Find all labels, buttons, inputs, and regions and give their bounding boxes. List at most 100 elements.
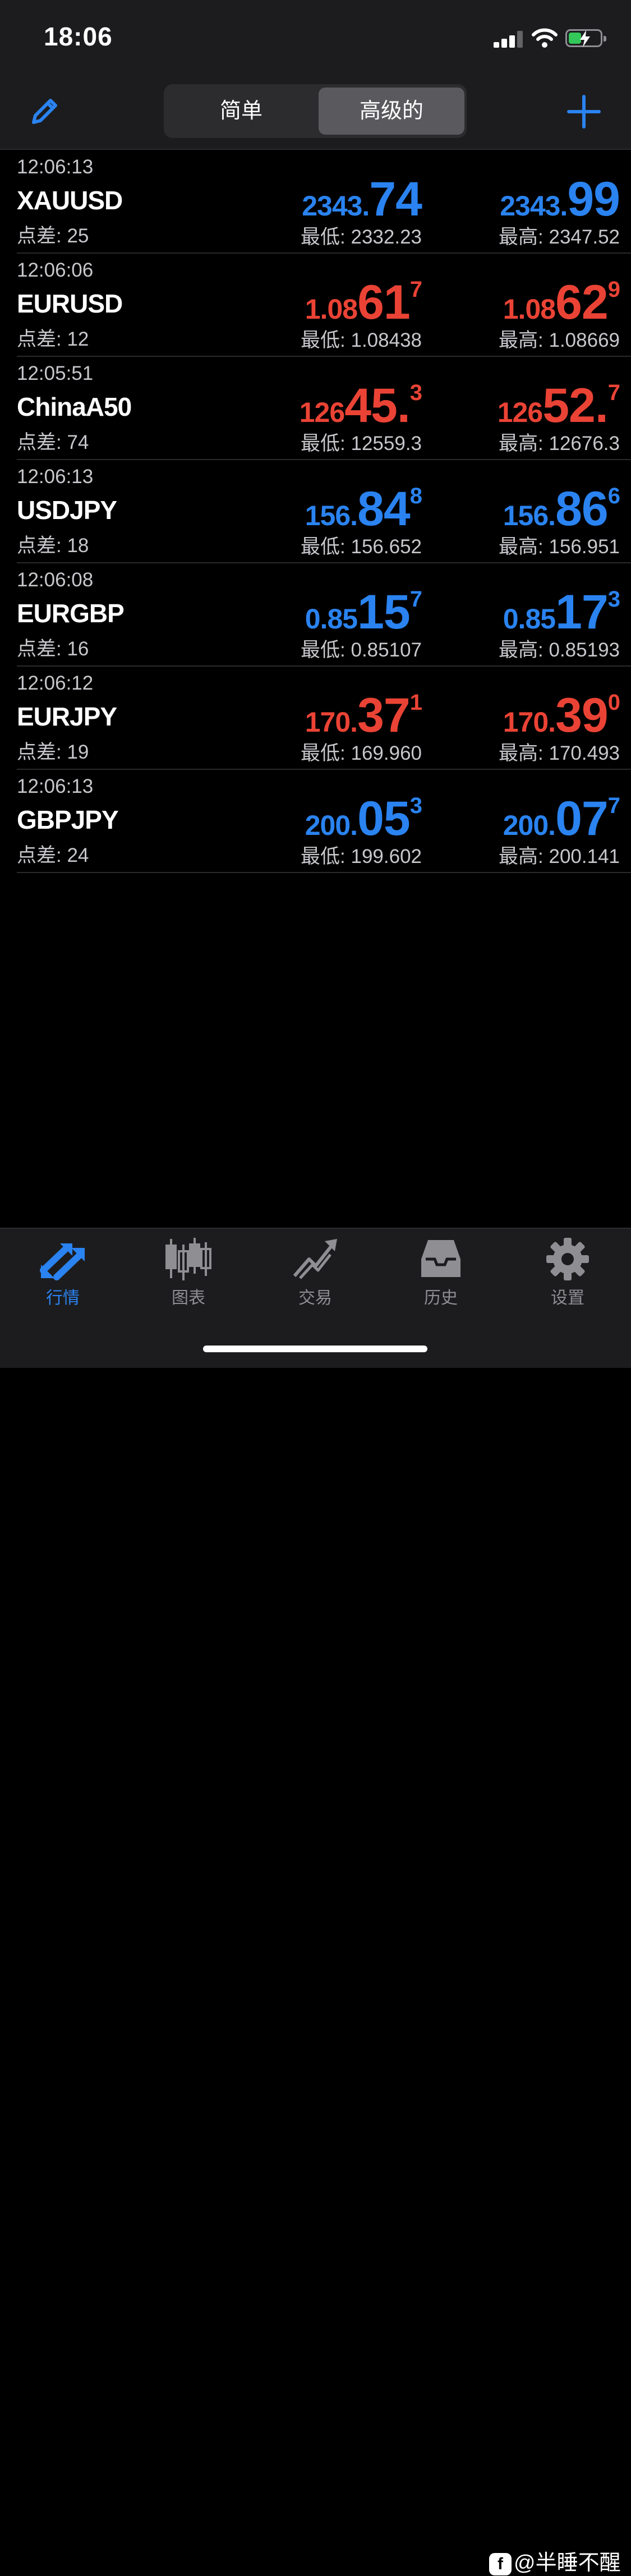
status-bar: 18:06: [0, 0, 631, 79]
bid-price-fraction: 3: [409, 380, 422, 405]
quote-row-chinaa50[interactable]: 12:05:51 ChinaA50 点差: 74 12645.3 12652.7…: [17, 357, 631, 460]
ask-price: 156.866: [503, 481, 620, 537]
low-price: 最低: 2332.23: [301, 226, 422, 248]
quote-time: 12:06:06: [17, 259, 94, 281]
bid-price-fraction: 1: [409, 690, 422, 715]
ask-price-fraction: 7: [607, 380, 620, 405]
bid-price-pips: 15: [357, 585, 411, 639]
quote-time: 12:06:13: [17, 156, 94, 178]
ask-price-fraction: 3: [607, 587, 620, 612]
quote-time: 12:06:13: [17, 466, 94, 488]
ask-price-pips: 99: [567, 172, 620, 226]
bid-price-prefix: 156.: [305, 500, 358, 531]
quote-spread: 点差: 12: [17, 328, 89, 350]
ask-price-fraction: 6: [607, 484, 620, 508]
candlestick-chart-icon: [165, 1238, 211, 1280]
ask-price: 12652.7: [498, 378, 620, 434]
quote-time: 12:05:51: [17, 362, 94, 384]
quote-row-usdjpy[interactable]: 12:06:13 USDJPY 点差: 18 156.848 156.866 最…: [17, 460, 631, 563]
home-indicator: [203, 1346, 427, 1352]
ask-price-pips: 52.: [542, 379, 609, 433]
add-symbol-icon[interactable]: [566, 94, 601, 129]
quote-row-eurjpy[interactable]: 12:06:12 EURJPY 点差: 19 170.371 170.390 最…: [17, 667, 631, 770]
ask-price: 0.85173: [503, 585, 620, 640]
wifi-icon: [532, 28, 558, 48]
ask-price-prefix: 170.: [503, 706, 556, 738]
ask-price: 2343.99: [500, 172, 620, 227]
quote-time: 12:06:08: [17, 569, 94, 591]
bid-price: 0.85157: [305, 585, 422, 640]
low-price: 最低: 156.652: [301, 536, 422, 558]
tab-charts[interactable]: 图表: [144, 1237, 233, 1308]
low-price: 最低: 1.08438: [301, 329, 422, 351]
quote-symbol: USDJPY: [17, 495, 117, 525]
quote-spread: 点差: 24: [17, 844, 89, 866]
watermark: f @半睡不醒: [489, 2545, 621, 2576]
quote-list: 12:06:13 XAUUSD 点差: 25 2343.74 2343.99 最…: [0, 150, 631, 873]
quote-spread: 点差: 19: [17, 741, 89, 763]
tab-label: 设置: [551, 1289, 584, 1307]
ask-price-prefix: 2343.: [500, 190, 568, 222]
ask-price-fraction: 0: [607, 690, 620, 715]
bid-price-pips: 45.: [344, 379, 411, 433]
bid-price-prefix: 0.85: [305, 603, 358, 635]
history-inbox-icon: [421, 1240, 460, 1277]
quote-spread: 点差: 18: [17, 535, 89, 557]
bid-price-prefix: 1.08: [305, 293, 358, 325]
high-price: 最高: 0.85193: [499, 639, 620, 661]
edit-pencil-icon[interactable]: [28, 94, 62, 128]
tab-label: 行情: [46, 1289, 80, 1307]
tab-trade[interactable]: 交易: [270, 1237, 360, 1308]
ask-price-pips: 86: [555, 482, 609, 536]
watermark-logo-icon: f: [489, 2552, 512, 2575]
low-price: 最低: 169.960: [301, 742, 422, 764]
ask-price-prefix: 0.85: [503, 603, 556, 635]
bid-price: 156.848: [305, 481, 422, 537]
tab-label: 历史: [424, 1289, 458, 1307]
gear-icon: [546, 1238, 589, 1280]
bid-price-prefix: 200.: [305, 810, 358, 841]
ask-price-prefix: 200.: [503, 810, 556, 841]
bid-price-pips: 84: [357, 482, 411, 536]
tab-history[interactable]: 历史: [396, 1237, 486, 1308]
trade-trend-icon: [293, 1239, 337, 1279]
quote-symbol: EURJPY: [17, 702, 117, 731]
ask-price-prefix: 126: [497, 397, 543, 428]
quote-symbol: GBPJPY: [17, 805, 119, 834]
bid-price-fraction: 8: [409, 484, 422, 508]
high-price: 最高: 12676.3: [499, 433, 620, 454]
nav-bar: 简单 高级的: [0, 79, 631, 150]
ask-price: 200.077: [503, 791, 620, 847]
ask-price-pips: 17: [555, 585, 609, 639]
tab-label: 图表: [172, 1289, 205, 1307]
quote-spread: 点差: 16: [17, 638, 89, 660]
cellular-signal-icon: [494, 31, 525, 48]
quote-row-gbpjpy[interactable]: 12:06:13 GBPJPY 点差: 24 200.053 200.077 最…: [17, 770, 631, 873]
segment-advanced[interactable]: 高级的: [319, 88, 464, 135]
tab-settings[interactable]: 设置: [523, 1237, 612, 1308]
segment-simple[interactable]: 简单: [168, 88, 314, 135]
ask-price-fraction: 9: [607, 277, 620, 302]
bid-price-fraction: 7: [409, 277, 422, 302]
low-price: 最低: 0.85107: [301, 639, 422, 661]
bid-price: 170.371: [305, 688, 422, 743]
ask-price-pips: 07: [555, 792, 609, 846]
ask-price-pips: 39: [555, 688, 609, 742]
tab-quotes[interactable]: 行情: [18, 1237, 108, 1308]
quote-row-eurusd[interactable]: 12:06:06 EURUSD 点差: 12 1.08617 1.08629 最…: [17, 254, 631, 357]
status-time: 18:06: [44, 22, 113, 51]
bid-price-fraction: 3: [409, 793, 422, 818]
low-price: 最低: 12559.3: [301, 433, 422, 454]
ask-price: 1.08629: [503, 275, 620, 330]
tab-label: 交易: [298, 1289, 332, 1307]
bid-price-prefix: 2343.: [302, 190, 370, 222]
high-price: 最高: 2347.52: [499, 226, 620, 248]
bid-price-pips: 37: [357, 688, 411, 742]
quote-row-eurgbp[interactable]: 12:06:08 EURGBP 点差: 16 0.85157 0.85173 最…: [17, 563, 631, 667]
high-price: 最高: 200.141: [499, 846, 620, 867]
quote-row-xauusd[interactable]: 12:06:13 XAUUSD 点差: 25 2343.74 2343.99 最…: [17, 150, 631, 254]
quote-spread: 点差: 74: [17, 431, 89, 453]
bid-price-pips: 74: [369, 172, 422, 226]
watermark-text: @半睡不醒: [514, 2551, 621, 2575]
ask-price: 170.390: [503, 688, 620, 743]
